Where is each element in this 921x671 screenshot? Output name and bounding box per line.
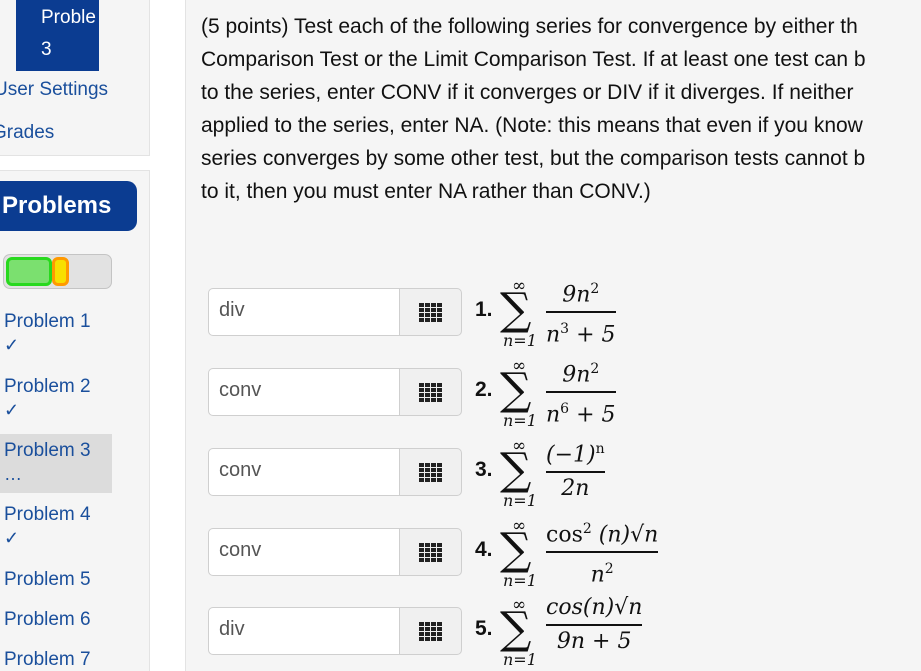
sum-lower-limit: n=1 [503, 650, 537, 669]
part-number: 1. [475, 298, 493, 321]
equation-palette-button[interactable] [399, 607, 462, 655]
sum-lower-limit: n=1 [503, 491, 537, 510]
numerator: cos [546, 522, 583, 548]
answer-input[interactable]: div [208, 607, 400, 655]
sidebar-item-problem-1[interactable]: Problem 1 ✓ [0, 305, 112, 364]
part-number: 3. [475, 458, 493, 481]
summation: ∞ ∑ n=1 [498, 356, 543, 436]
equation-palette-button[interactable] [399, 288, 462, 336]
numerator: (−1) [546, 442, 596, 468]
equation-palette-button[interactable] [399, 448, 462, 496]
problem-content: (5 points) Test each of the following se… [185, 0, 921, 671]
sigma-symbol: ∑ [500, 284, 532, 335]
denominator-tail: + 5 [569, 322, 616, 348]
problem-label: Problem 6 [4, 609, 91, 630]
grid-icon [419, 462, 442, 482]
summation: ∞ ∑ n=1 [498, 595, 543, 671]
check-icon: ✓ [4, 528, 20, 548]
denominator-exponent: 3 [560, 321, 570, 338]
numerator: 9n [562, 282, 591, 308]
part-number: 5. [475, 617, 493, 640]
sum-lower-limit: n=1 [503, 411, 537, 430]
sigma-symbol: ∑ [500, 444, 532, 495]
denominator: 2n [561, 476, 590, 502]
nav-item-problem-set[interactable]: Proble 3 [16, 0, 99, 71]
nav-link-grades[interactable]: Grades [0, 122, 54, 144]
numerator-tail: (n)√n [591, 522, 659, 548]
problem-label: Problem 5 [4, 569, 91, 590]
series-term: cos2 (n)√n n2 [546, 514, 659, 591]
equation-palette-button[interactable] [399, 528, 462, 576]
numerator-exponent: 2 [590, 281, 600, 297]
series-part-5: div 5. ∞ ∑ n=1 cos(n)√n 9n + 5 [186, 595, 921, 671]
answer-input[interactable]: div [208, 288, 400, 336]
series-term: cos(n)√n 9n + 5 [546, 593, 643, 657]
series-term: 9n2 n6 + 5 [546, 354, 616, 431]
problem-label: Problem 4 [4, 504, 91, 525]
summation: ∞ ∑ n=1 [498, 276, 543, 356]
problem-label: Problem 7 [4, 649, 91, 670]
sum-lower-limit: n=1 [503, 331, 537, 350]
problem-label: Problem 1 [4, 311, 91, 332]
statement-line: applied to the series, enter NA. (Note: … [201, 114, 863, 137]
part-number: 4. [475, 538, 493, 561]
numerator-exponent: 2 [590, 361, 600, 377]
nav-link-user-settings[interactable]: User Settings [0, 79, 108, 101]
sidebar-item-problem-7[interactable]: Problem 7 [0, 643, 112, 671]
answer-input[interactable]: conv [208, 368, 400, 416]
progress-correct-segment [6, 257, 52, 286]
nav-item-label-line-2: 3 [41, 39, 52, 60]
numerator: cos(n)√n [546, 595, 643, 620]
progress-partial-segment [52, 257, 69, 286]
series-term: 9n2 n3 + 5 [546, 274, 616, 351]
series-term: (−1)n 2n [546, 434, 605, 504]
grid-icon [419, 382, 442, 402]
denominator-exponent: 6 [560, 401, 570, 418]
statement-line: to it, then you must enter NA rather tha… [201, 180, 651, 203]
answer-input[interactable]: conv [208, 448, 400, 496]
summation: ∞ ∑ n=1 [498, 516, 543, 596]
problem-label: Problem 3 [4, 440, 91, 461]
sidebar-item-problem-2[interactable]: Problem 2 ✓ [0, 370, 112, 429]
in-progress-icon: … [4, 464, 22, 484]
sidebar-item-problem-3[interactable]: Problem 3 … [0, 434, 112, 493]
sidebar-item-problem-4[interactable]: Problem 4 ✓ [0, 498, 112, 557]
check-icon: ✓ [4, 400, 20, 420]
sigma-symbol: ∑ [500, 524, 532, 575]
summation: ∞ ∑ n=1 [498, 436, 543, 516]
answer-input[interactable]: conv [208, 528, 400, 576]
statement-line: Comparison Test or the Limit Comparison … [201, 48, 866, 71]
sum-lower-limit: n=1 [503, 571, 537, 590]
statement-line: series converges by some other test, but… [201, 147, 866, 170]
grid-icon [419, 302, 442, 322]
denominator: n [546, 322, 561, 348]
equation-palette-button[interactable] [399, 368, 462, 416]
check-icon: ✓ [4, 335, 20, 355]
statement-line: to the series, enter CONV if it converge… [201, 81, 854, 104]
nav-item-label-line-1: Proble [41, 7, 96, 28]
sidebar: Proble 3 User Settings Grades Problems P… [0, 0, 150, 671]
sigma-symbol: ∑ [500, 364, 532, 415]
numerator-exponent: 2 [582, 521, 592, 537]
sigma-symbol: ∑ [500, 603, 532, 654]
statement-line: (5 points) Test each of the following se… [201, 15, 858, 38]
denominator: n [590, 562, 605, 588]
problems-header: Problems [0, 181, 137, 231]
numerator-exponent: n [595, 441, 605, 457]
denominator-exponent: 2 [604, 561, 614, 578]
numerator: 9n [562, 362, 591, 388]
denominator-tail: + 5 [569, 402, 616, 428]
part-number: 2. [475, 378, 493, 401]
grid-icon [419, 542, 442, 562]
grid-icon [419, 621, 442, 641]
problem-statement: (5 points) Test each of the following se… [201, 10, 921, 208]
progress-bar [3, 254, 112, 289]
problem-label: Problem 2 [4, 376, 91, 397]
denominator: 9n + 5 [556, 629, 632, 654]
denominator: n [546, 402, 561, 428]
